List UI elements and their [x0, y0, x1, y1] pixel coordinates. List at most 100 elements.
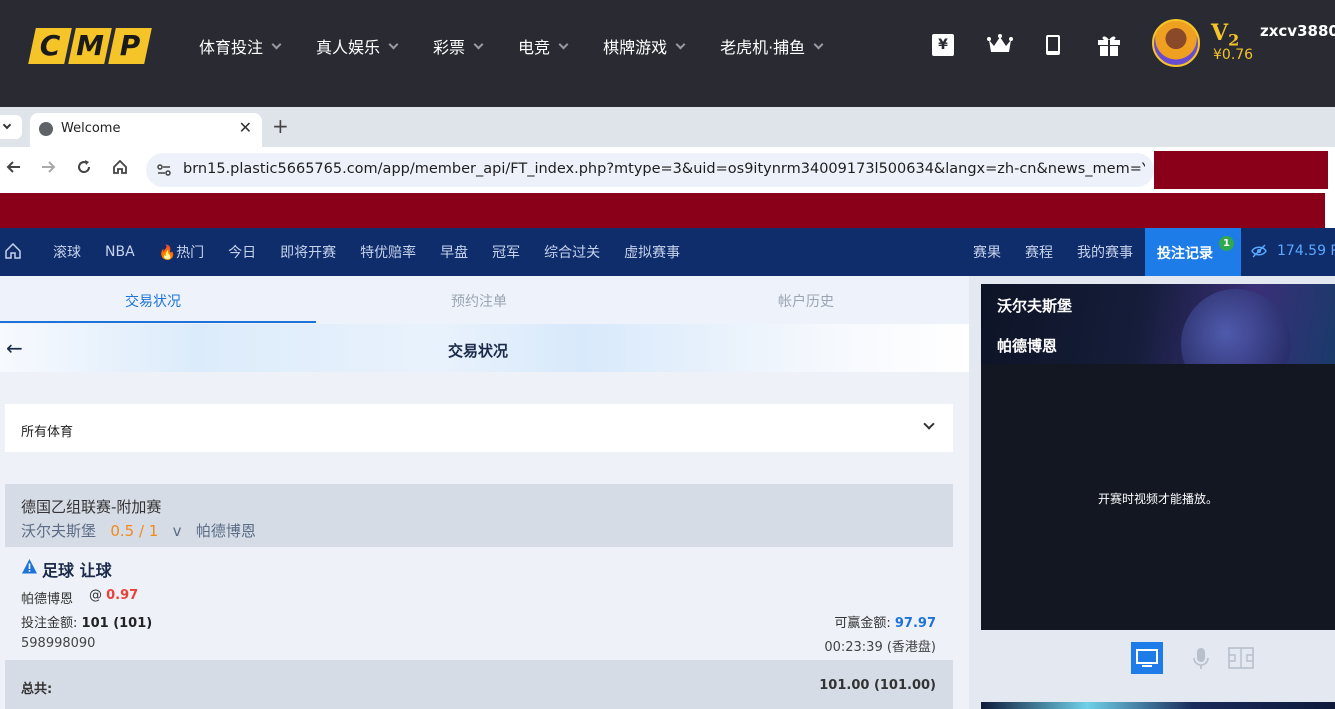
tab-open-bets[interactable]: 交易状况 [125, 291, 181, 311]
ticket-body: 足球 让球 帕德博恩 @ 0.97 投注金额: 101 (101) 可赢金额: … [5, 547, 953, 660]
chevron-down-icon [923, 418, 935, 430]
bet-type: 足球 让球 [42, 561, 112, 580]
stake-line: 投注金额: 101 (101) [21, 616, 153, 631]
odds-line: @ 0.97 [89, 588, 139, 603]
next-media-card [981, 702, 1335, 709]
reload-icon[interactable] [76, 159, 92, 175]
vip-badge: V2 [1211, 20, 1240, 50]
username[interactable]: zxcv3880 [1260, 22, 1335, 40]
url-input[interactable]: brn15.plastic5665765.com/app/member_api/… [146, 153, 1154, 187]
nav-sports-betting[interactable]: 体育投注 [199, 34, 282, 58]
nav-inplay[interactable]: 滚球 [53, 242, 81, 262]
nav-esports[interactable]: 电竞 [518, 34, 569, 58]
active-tab-underline [0, 321, 316, 323]
ticket-time: 00:23:39 (香港盘) [824, 640, 936, 655]
bill-icon[interactable]: ¥ [932, 34, 954, 56]
chevron-down-icon [473, 39, 484, 49]
tab-account-history[interactable]: 帐户历史 [778, 291, 834, 311]
warning-icon [22, 559, 37, 574]
site-info-icon[interactable] [156, 162, 172, 178]
away-team: 帕德博恩 [195, 522, 256, 540]
microphone-icon[interactable] [1185, 642, 1217, 674]
cmp-logo[interactable]: C M P [28, 28, 152, 64]
nav-early[interactable]: 早盘 [440, 242, 468, 262]
tv-icon[interactable] [1131, 642, 1163, 674]
tab-search-button[interactable] [0, 115, 22, 139]
match-line: 沃尔夫斯堡 0.5 / 1 v 帕德博恩 [21, 520, 256, 541]
close-tab-icon[interactable]: ✕ [239, 118, 252, 137]
field-view-icon[interactable] [1225, 642, 1257, 674]
league-name: 德国乙组联赛-附加赛 [21, 498, 162, 516]
nav-results[interactable]: 赛果 [973, 242, 1001, 262]
media-away-team: 帕德博恩 [997, 337, 1058, 355]
ticket-id: 598998090 [21, 636, 96, 651]
media-home-team: 沃尔夫斯堡 [997, 297, 1073, 315]
bet-count-badge: 1 [1219, 236, 1234, 251]
sports-nav: 滚球 NBA 🔥热门 今日 即将开赛 特优赔率 早盘 冠军 综合过关 虚拟赛事 … [0, 228, 1335, 276]
home-icon[interactable] [112, 159, 128, 175]
tab-reserved-bets[interactable]: 预约注单 [451, 291, 507, 311]
phone-icon[interactable] [1042, 34, 1064, 56]
nav-my-events[interactable]: 我的赛事 [1077, 242, 1133, 262]
video-message: 开赛时视频才能播放。 [1097, 492, 1218, 506]
odds-value: 0.97 [106, 588, 139, 603]
home-icon[interactable] [5, 243, 21, 259]
chevron-down-icon [558, 39, 569, 49]
globe-icon [39, 122, 53, 136]
header-icons: ¥ [932, 34, 1152, 56]
nav-schedule[interactable]: 赛程 [1025, 242, 1053, 262]
nav-slots-fishing[interactable]: 老虎机·捕鱼 [720, 34, 824, 58]
redaction-block [1154, 151, 1328, 189]
nav-starting-soon[interactable]: 即将开赛 [280, 242, 336, 262]
home-team: 沃尔夫斯堡 [21, 522, 97, 540]
browser-tabbar: Welcome ✕ + [0, 107, 1335, 147]
nav-hot[interactable]: 🔥热门 [159, 242, 204, 262]
nav-today[interactable]: 今日 [228, 242, 256, 262]
browser-tab[interactable]: Welcome ✕ [30, 113, 262, 147]
back-arrow-icon[interactable]: ← [6, 336, 23, 360]
vs-label: v [172, 522, 182, 540]
avatar[interactable] [1152, 19, 1200, 67]
nav-outright[interactable]: 冠军 [492, 242, 520, 262]
bet-record-button[interactable]: 投注记录 1 [1145, 228, 1241, 276]
crown-icon[interactable] [987, 34, 1013, 56]
new-tab-button[interactable]: + [272, 114, 289, 138]
subtabs: 交易状况 预约注单 帐户历史 [0, 276, 969, 324]
total-label: 总共: [21, 682, 53, 697]
page-title: 交易状况 [448, 342, 509, 360]
logo-tile: P [108, 28, 152, 64]
total-value: 101.00 (101.00) [819, 678, 936, 693]
logo-tile: M [68, 28, 112, 64]
sport-filter-select[interactable]: 所有体育 [5, 404, 953, 452]
media-controls [981, 630, 1335, 686]
tab-title: Welcome [61, 121, 121, 136]
video-player[interactable]: 开赛时视频才能播放。 [981, 364, 1335, 630]
chevron-down-icon [388, 39, 399, 49]
address-bar-row: brn15.plastic5665765.com/app/member_api/… [0, 147, 1335, 193]
forward-arrow-icon[interactable] [40, 159, 56, 175]
nav-nba[interactable]: NBA [105, 244, 135, 260]
nav-parlay[interactable]: 综合过关 [544, 242, 600, 262]
handicap: 0.5 / 1 [110, 522, 159, 540]
hide-balance-icon[interactable] [1251, 244, 1267, 258]
total-row: 总共: 101.00 (101.00) [5, 660, 953, 709]
gift-icon[interactable] [1097, 34, 1120, 56]
nav-lottery[interactable]: 彩票 [433, 34, 484, 58]
ticket-header: 德国乙组联赛-附加赛 沃尔夫斯堡 0.5 / 1 v 帕德博恩 [5, 484, 953, 547]
to-win-line: 可赢金额: 97.97 [834, 616, 936, 631]
nav-virtual[interactable]: 虚拟赛事 [624, 242, 680, 262]
sports-nav-left: 滚球 NBA 🔥热门 今日 即将开赛 特优赔率 早盘 冠军 综合过关 虚拟赛事 [53, 228, 704, 276]
url-text: brn15.plastic5665765.com/app/member_api/… [183, 161, 1145, 177]
chevron-down-icon [675, 39, 686, 49]
nav-special-odds[interactable]: 特优赔率 [360, 242, 416, 262]
redaction-bar [0, 193, 1325, 228]
chevron-down-icon [813, 39, 824, 49]
nav-card-games[interactable]: 棋牌游戏 [603, 34, 686, 58]
chevron-down-icon [271, 39, 282, 49]
back-arrow-icon[interactable] [6, 159, 22, 175]
nav-live-casino[interactable]: 真人娱乐 [316, 34, 399, 58]
site-nav: 体育投注 真人娱乐 彩票 电竞 棋牌游戏 老虎机·捕鱼 [199, 34, 858, 58]
wallet-balance: ¥0.76 [1213, 47, 1254, 63]
to-win-value: 97.97 [894, 616, 936, 631]
site-header: C M P 体育投注 真人娱乐 彩票 电竞 棋牌游戏 老虎机·捕鱼 ¥ V2 ¥… [0, 0, 1335, 107]
